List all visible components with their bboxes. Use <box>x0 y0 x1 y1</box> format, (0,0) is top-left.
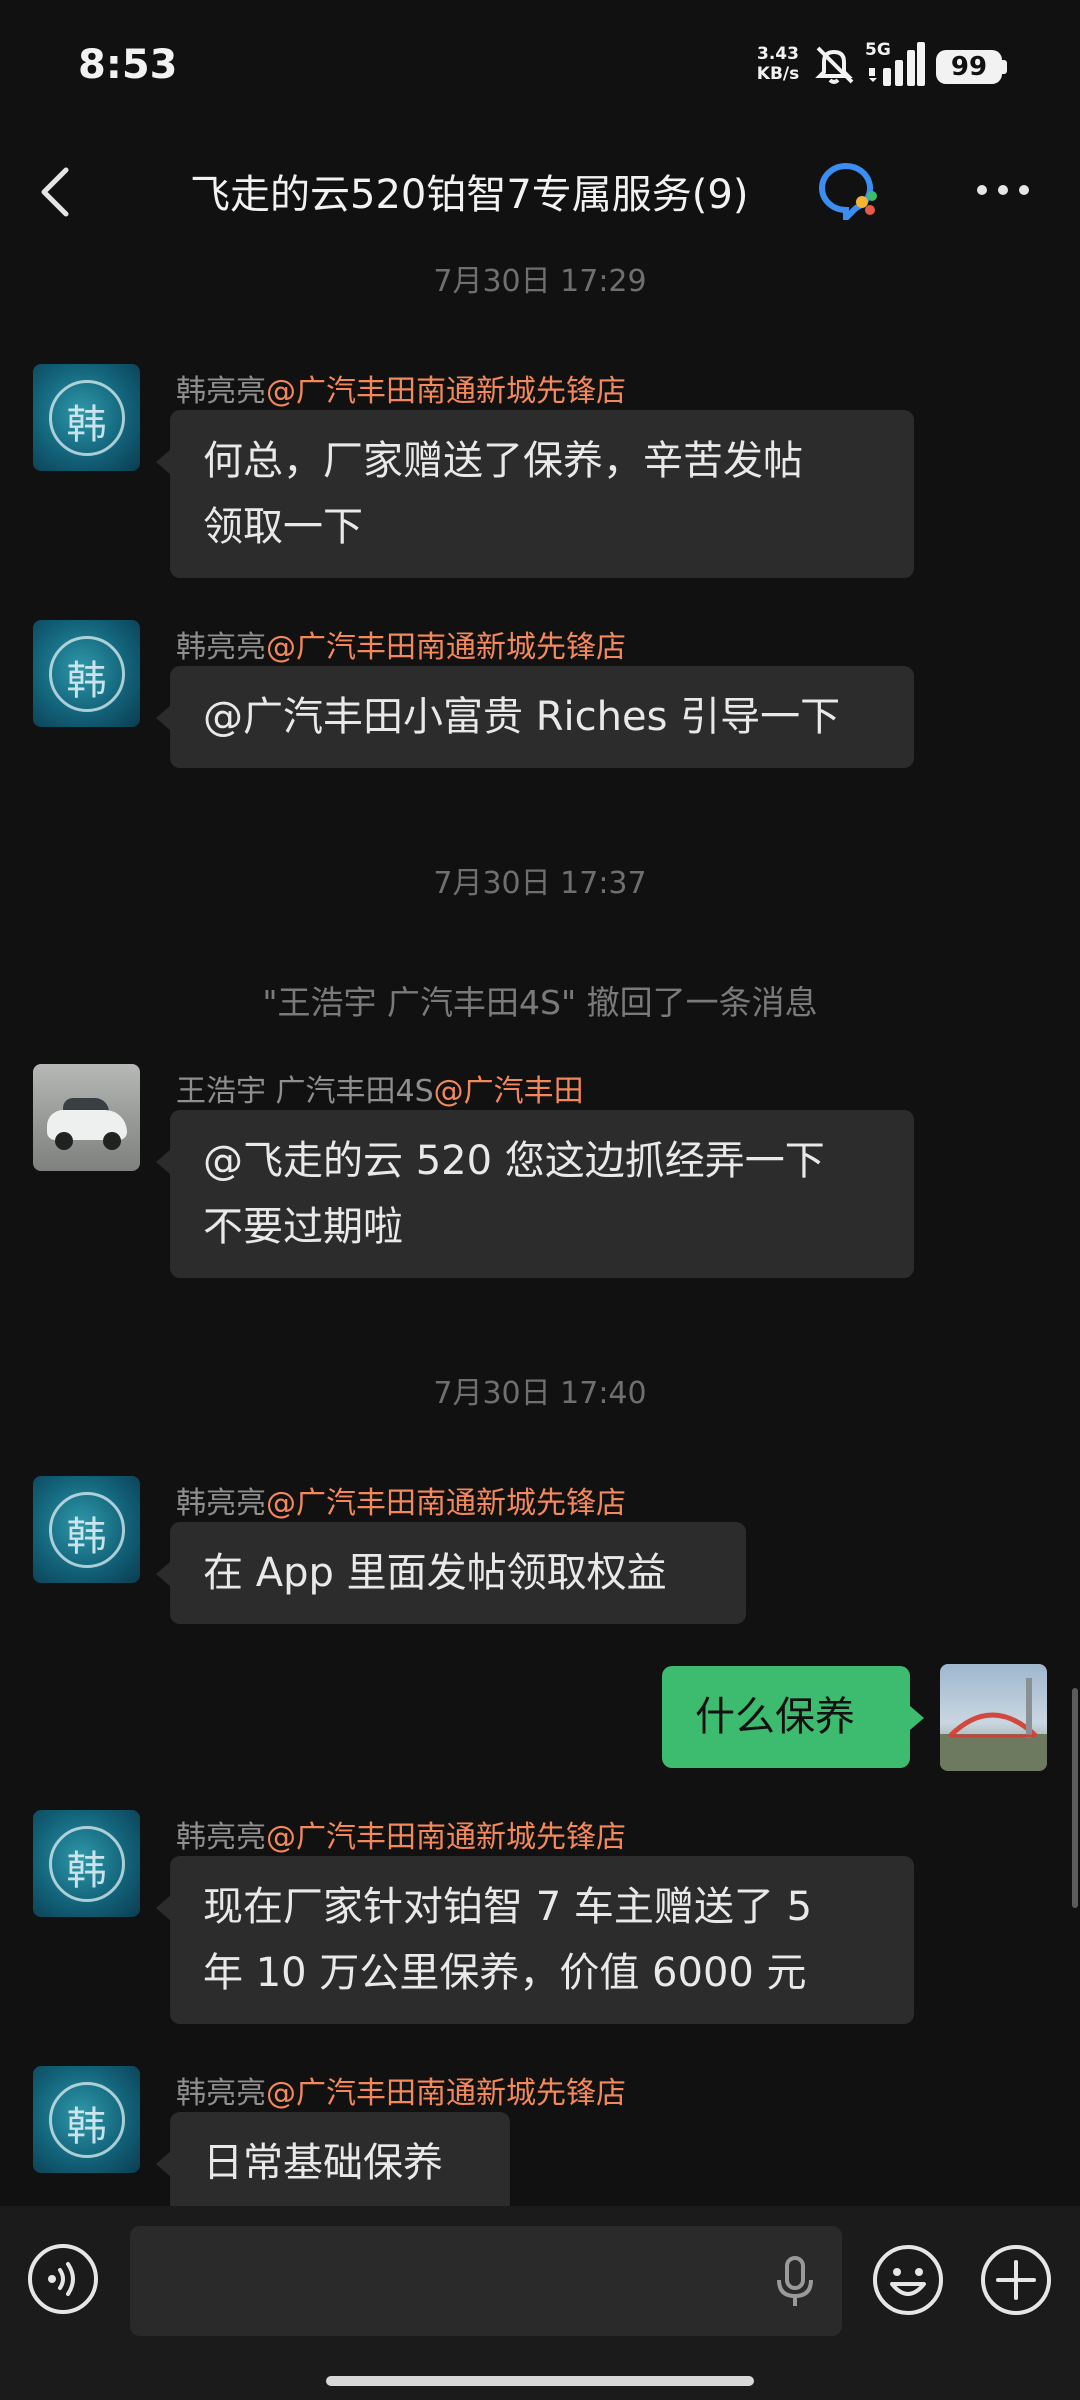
sender-name: 韩亮亮@广汽丰田南通新城先锋店 <box>176 622 626 666</box>
sender-org-tag: @广汽丰田南通新城先锋店 <box>266 1486 626 1521</box>
message-bubble[interactable]: @广汽丰田小富贵 Riches 引导一下 <box>156 666 914 768</box>
bridge-photo-icon <box>940 1678 1047 1771</box>
sender-org-tag: @广汽丰田南通新城先锋店 <box>266 1820 626 1855</box>
battery-indicator: 99 <box>936 50 1002 84</box>
message-bubble[interactable]: @飞走的云 520 您这边抓经弄一下 不要过期啦 <box>156 1110 914 1278</box>
network-speed-unit: KB/s <box>756 64 800 84</box>
status-bar: 8:53 3.43 KB/s 5G 99 <box>0 0 1080 130</box>
message-bubble[interactable]: 日常基础保养 <box>156 2112 510 2214</box>
message-text-line: @飞走的云 520 您这边抓经弄一下 <box>203 1138 825 1184</box>
signal-bars-icon <box>869 42 925 86</box>
sender-nickname: 韩亮亮 <box>176 2076 266 2111</box>
battery-tip <box>1002 60 1007 74</box>
network-speed: 3.43 KB/s <box>752 44 804 84</box>
my-message-bubble[interactable]: 什么保养 <box>662 1666 924 1768</box>
network-speed-value: 3.43 <box>757 44 799 64</box>
sender-nickname: 韩亮亮 <box>176 1820 266 1855</box>
microphone-icon[interactable] <box>770 2254 820 2310</box>
cellular-signal: 5G <box>865 40 925 88</box>
avatar[interactable]: 韩 <box>33 1810 140 1917</box>
emoji-icon[interactable] <box>870 2242 946 2318</box>
message-text-line: 什么保养 <box>695 1694 855 1740</box>
avatar[interactable]: 韩 <box>33 2066 140 2173</box>
avatar[interactable]: 韩 <box>33 364 140 471</box>
avatar[interactable] <box>33 1064 140 1171</box>
recall-notice: "王浩宇 广汽丰田4S" 撤回了一条消息 <box>262 983 818 1022</box>
avatar[interactable]: 韩 <box>33 1476 140 1583</box>
sender-nickname: 王浩宇 广汽丰田4S <box>176 1074 434 1109</box>
message-text-line: @广汽丰田小富贵 Riches 引导一下 <box>203 694 841 740</box>
message-bubble[interactable]: 在 App 里面发帖领取权益 <box>156 1522 746 1624</box>
my-avatar[interactable] <box>940 1664 1047 1771</box>
chat-header: 飞走的云520铂智7专属服务(9) <box>0 130 1080 260</box>
message-text-line: 何总，厂家赠送了保养，辛苦发帖 <box>203 438 803 484</box>
voice-mode-icon[interactable] <box>26 2242 100 2316</box>
message-text-line: 在 App 里面发帖领取权益 <box>203 1550 667 1596</box>
sender-name: 韩亮亮@广汽丰田南通新城先锋店 <box>176 366 626 410</box>
more-dots-icon[interactable] <box>970 170 1036 210</box>
sender-name: 韩亮亮@广汽丰田南通新城先锋店 <box>176 1812 626 1856</box>
time-separator: 7月30日 17:37 <box>433 866 647 901</box>
sender-org-tag: @广汽丰田南通新城先锋店 <box>266 2076 626 2111</box>
group-service-icon <box>819 162 877 220</box>
time-separator: 7月30日 17:29 <box>433 264 647 299</box>
message-bubble[interactable]: 何总，厂家赠送了保养，辛苦发帖 领取一下 <box>156 410 914 578</box>
sender-name: 王浩宇 广汽丰田4S@广汽丰田 <box>176 1066 584 1110</box>
sender-nickname: 韩亮亮 <box>176 374 266 409</box>
sender-name: 韩亮亮@广汽丰田南通新城先锋店 <box>176 2068 626 2112</box>
message-text-line: 年 10 万公里保养，价值 6000 元 <box>203 1950 807 1996</box>
sender-org-tag: @广汽丰田 <box>433 1074 584 1109</box>
home-indicator[interactable] <box>326 2376 754 2386</box>
input-bar <box>0 2206 1080 2400</box>
avatar[interactable]: 韩 <box>33 620 140 727</box>
message-input[interactable] <box>130 2226 842 2336</box>
plus-icon[interactable] <box>978 2242 1054 2318</box>
chevron-left-icon[interactable] <box>28 162 88 222</box>
chat-screen: 8:53 3.43 KB/s 5G 99 飞走的云520铂智7专属服务(9) 7… <box>0 0 1080 2400</box>
sender-org-tag: @广汽丰田南通新城先锋店 <box>266 374 626 409</box>
message-text-line: 现在厂家针对铂智 7 车主赠送了 5 <box>203 1884 813 1930</box>
notifications-off-icon <box>815 46 854 84</box>
message-text-line: 不要过期啦 <box>203 1204 403 1250</box>
status-time: 8:53 <box>78 42 178 88</box>
sender-org-tag: @广汽丰田南通新城先锋店 <box>266 630 626 665</box>
sender-name: 韩亮亮@广汽丰田南通新城先锋店 <box>176 1478 626 1522</box>
chat-title[interactable]: 飞走的云520铂智7专属服务(9) <box>190 162 748 220</box>
message-text-line: 领取一下 <box>203 504 363 550</box>
sender-nickname: 韩亮亮 <box>176 1486 266 1521</box>
scrollbar-thumb[interactable] <box>1072 1688 1078 1908</box>
message-text-line: 日常基础保养 <box>203 2140 443 2186</box>
time-separator: 7月30日 17:40 <box>433 1376 647 1411</box>
sender-nickname: 韩亮亮 <box>176 630 266 665</box>
message-bubble[interactable]: 现在厂家针对铂智 7 车主赠送了 5 年 10 万公里保养，价值 6000 元 <box>156 1856 914 2024</box>
